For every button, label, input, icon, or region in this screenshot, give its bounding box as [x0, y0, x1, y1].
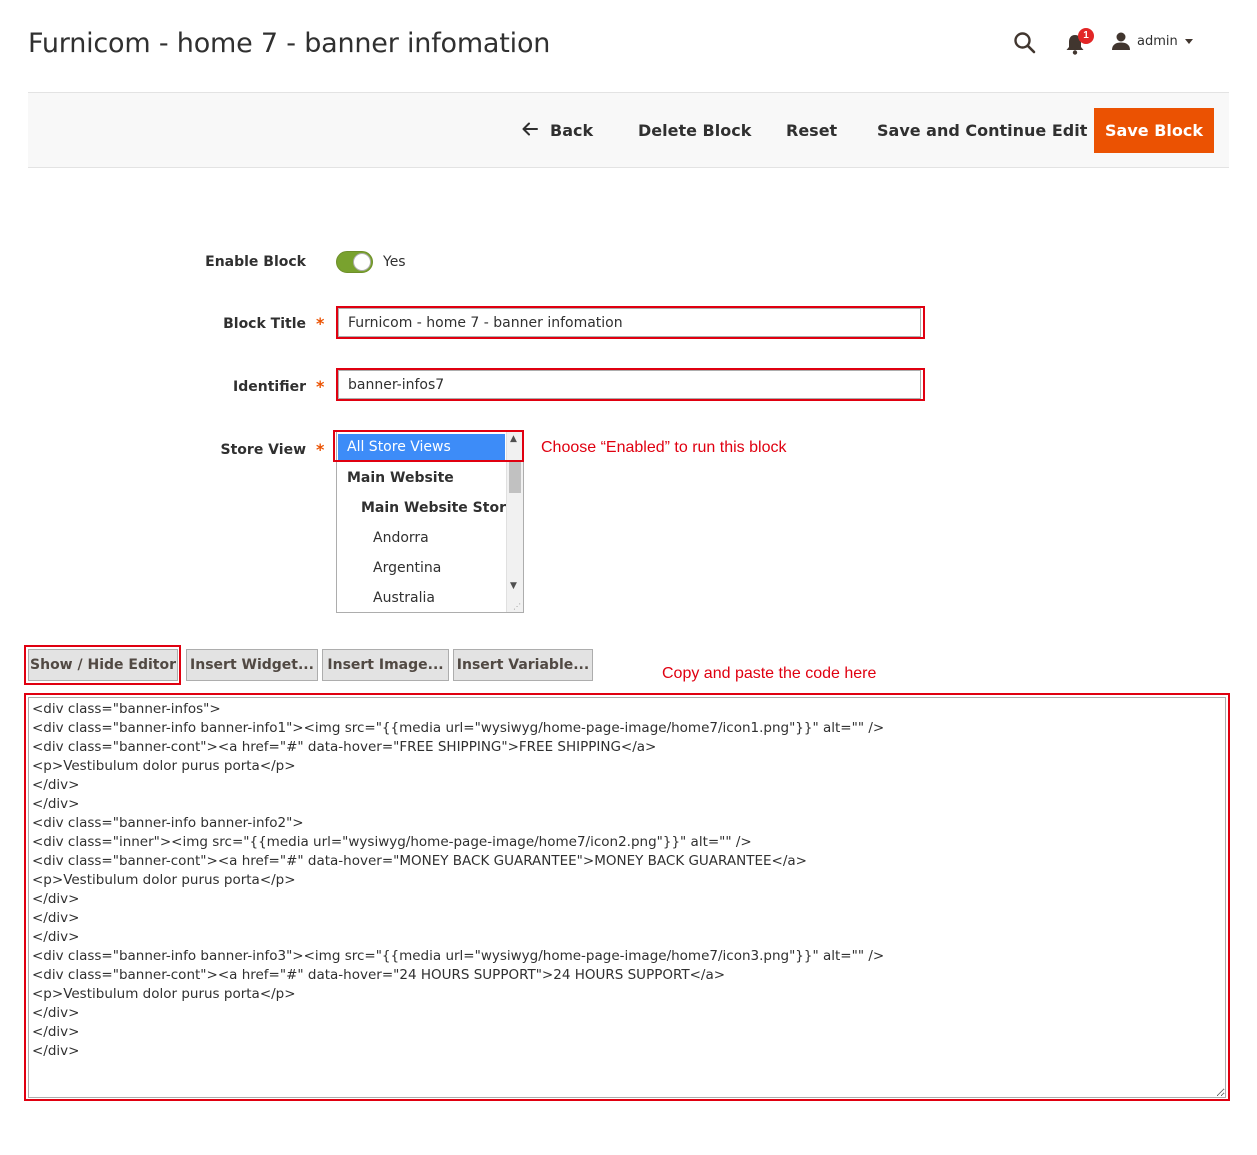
user-name: admin: [1137, 33, 1178, 49]
arrow-left-icon: [522, 120, 538, 141]
store-option[interactable]: Andorra: [373, 523, 429, 553]
store-view-label: Store View: [220, 442, 306, 458]
user-icon: [1112, 32, 1130, 50]
resize-grip-icon[interactable]: ⋰: [513, 602, 521, 611]
back-button-label: Back: [550, 120, 594, 140]
highlight-box: [333, 430, 524, 462]
notification-count-badge: 1: [1078, 28, 1094, 44]
content-editor-textarea[interactable]: <div class="banner-infos"> <div class="b…: [28, 697, 1226, 1098]
required-mark: *: [316, 440, 325, 459]
required-mark: *: [316, 377, 325, 396]
block-title-input[interactable]: [338, 308, 921, 337]
store-option-group: Main Website: [347, 470, 454, 486]
insert-widget-button[interactable]: Insert Widget...: [186, 649, 318, 681]
page-title: Furnicom - home 7 - banner infomation: [28, 28, 551, 59]
scroll-down-icon[interactable]: ▼: [510, 581, 517, 591]
store-option[interactable]: Australia: [373, 583, 435, 612]
store-option-group: Main Website Store: [361, 500, 516, 516]
user-account-menu[interactable]: admin: [1111, 31, 1193, 51]
save-block-button[interactable]: Save Block: [1094, 108, 1214, 153]
insert-image-button[interactable]: Insert Image...: [322, 649, 449, 681]
required-mark: *: [316, 314, 325, 333]
code-annotation: Copy and paste the code here: [662, 665, 877, 682]
page-actions-bar: Back Delete Block Reset Save and Continu…: [28, 92, 1229, 168]
enable-block-value: Yes: [383, 254, 406, 270]
identifier-input[interactable]: [338, 370, 921, 399]
block-title-label: Block Title: [223, 316, 306, 332]
scroll-thumb[interactable]: [509, 461, 521, 493]
search-icon[interactable]: [1012, 30, 1038, 56]
notifications-button[interactable]: 1: [1066, 28, 1094, 56]
back-button[interactable]: Back: [522, 117, 593, 143]
insert-variable-button[interactable]: Insert Variable...: [453, 649, 593, 681]
store-option[interactable]: Argentina: [373, 553, 441, 583]
chevron-down-icon: [1184, 38, 1193, 44]
enable-block-label: Enable Block: [205, 254, 306, 270]
identifier-label: Identifier: [233, 379, 306, 395]
toggle-knob: [353, 253, 371, 271]
delete-block-button[interactable]: Delete Block: [638, 117, 751, 143]
show-hide-editor-button[interactable]: Show / Hide Editor: [28, 649, 178, 681]
save-and-continue-button[interactable]: Save and Continue Edit: [877, 117, 1087, 143]
enable-block-toggle[interactable]: [336, 251, 373, 273]
store-view-annotation: Choose “Enabled” to run this block: [541, 439, 787, 456]
reset-button[interactable]: Reset: [786, 117, 837, 143]
